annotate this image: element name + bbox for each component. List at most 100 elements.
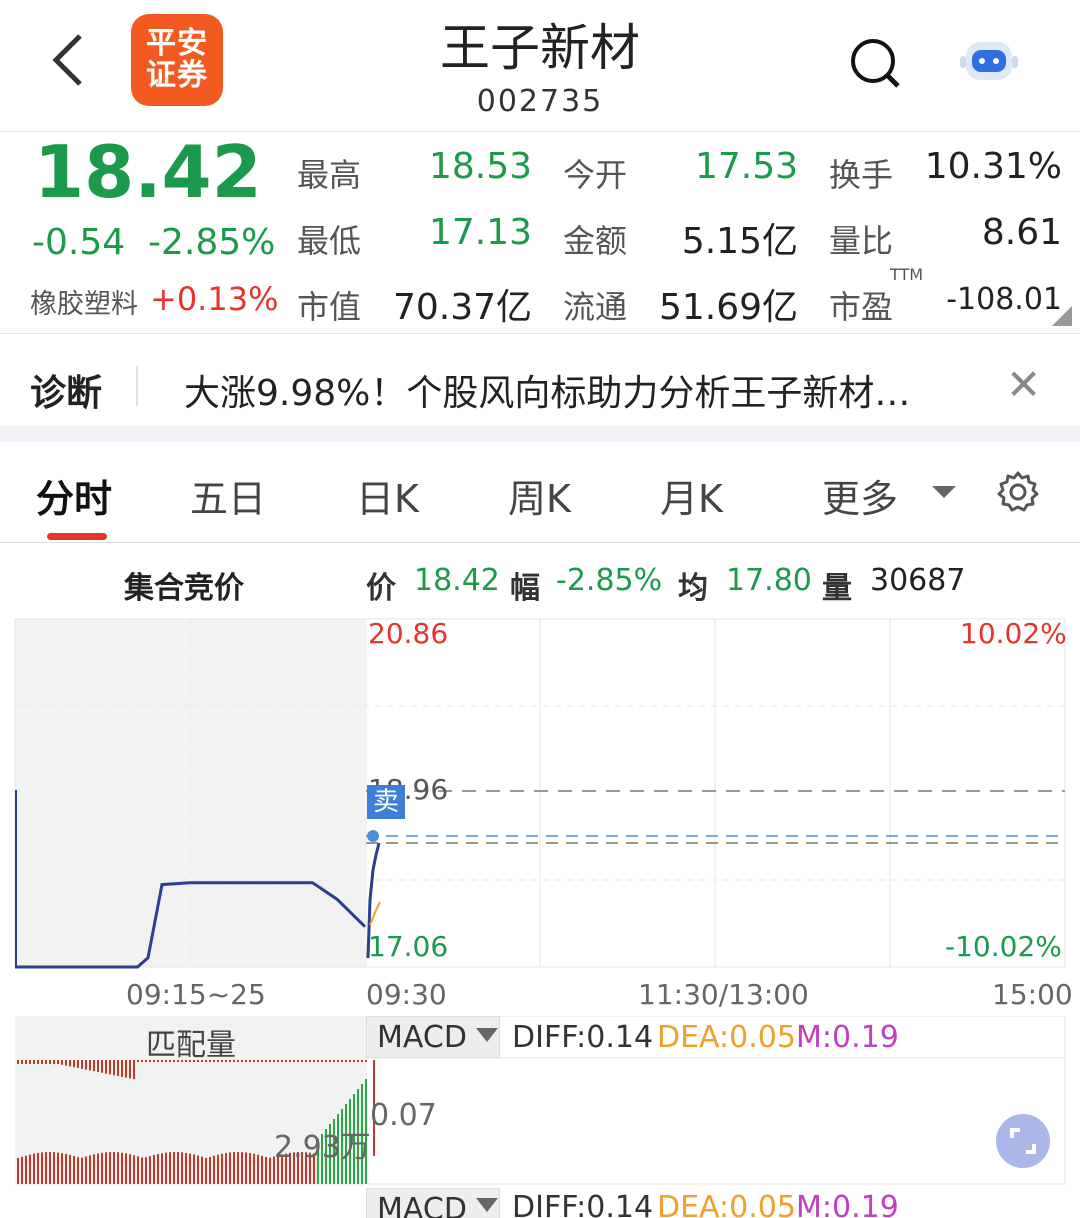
stock-name: 王子新材 [440,19,640,77]
pe-ttm-sup: TTM [890,265,924,284]
chevron-down-icon[interactable] [476,1028,498,1042]
back-button[interactable] [48,30,88,90]
x-label-auction: 09:15~25 [126,978,266,1011]
match-volume-bar [25,1155,27,1184]
match-volume-bar-top [81,1060,83,1069]
chevron-down-icon[interactable] [932,486,956,498]
macd-m-2: M:0.19 [796,1190,899,1218]
match-volume-bar-top [45,1060,47,1064]
match-volume-bar [133,1155,135,1184]
info-price-value: 18.42 [414,563,500,598]
match-volume-bar-top [325,1060,327,1062]
match-volume-bar-top [141,1060,143,1062]
match-volume-bar-top [265,1060,267,1062]
match-volume-bar [125,1153,127,1184]
tab-five-day[interactable]: 五日 [190,468,266,523]
match-volume-bar-top [317,1060,319,1062]
match-volume-bar-top [65,1060,67,1066]
match-volume-bar-top [69,1060,71,1067]
expand-corner-icon[interactable] [1052,306,1072,326]
search-icon [851,39,900,88]
chevron-left-icon [52,34,82,86]
tab-daily-k[interactable]: 日K [356,468,419,523]
robot-icon [960,42,1018,80]
search-button[interactable] [848,36,902,90]
match-volume-label: 匹配量 [146,1028,236,1063]
match-volume-bar [141,1157,143,1184]
match-volume-bar [205,1157,207,1184]
match-volume-bar-top [277,1060,279,1062]
x-label-open: 09:30 [366,978,447,1011]
match-volume-bar [137,1156,139,1184]
pe-value: -108.01 [946,282,1062,317]
match-volume-bar [233,1152,235,1184]
match-volume-bar-top [321,1060,323,1062]
match-volume-bar-top [237,1060,239,1062]
match-volume-bar [265,1157,267,1184]
match-volume-bar-top [309,1060,311,1062]
match-volume-bar-top [117,1060,119,1076]
mktcap-label: 市值 [297,288,362,326]
match-volume-bar [185,1152,187,1184]
match-volume-bar [245,1152,247,1184]
diagnosis-text[interactable]: 大涨9.98%！个股风向标助力分析王子新材… [184,364,910,416]
sector-name[interactable]: 橡胶塑料 [30,282,138,321]
match-volume-bar [49,1152,51,1184]
match-volume-bar [201,1156,203,1184]
match-volume-bar [121,1152,123,1184]
broker-logo-line2: 证券 [146,58,208,93]
macd-dea: DEA:0.05 [657,1020,796,1055]
match-volume-bar-top [125,1060,127,1078]
match-volume-bar-top [329,1060,331,1062]
match-volume-bar-top [349,1060,351,1062]
match-volume-bar-top [261,1060,263,1062]
tab-more[interactable]: 更多 [822,468,898,523]
match-volume-bar-top [281,1060,283,1062]
y-bottom-price: 17.06 [368,930,449,963]
match-volume-bar-top [85,1060,87,1070]
amount-label: 金额 [563,222,628,260]
sector-change: +0.13% [150,280,279,318]
tab-intraday[interactable]: 分时 [36,468,112,523]
close-icon[interactable]: ✕ [1006,360,1041,409]
tab-monthly-k[interactable]: 月K [660,468,723,523]
low-value: 17.13 [428,212,532,253]
match-volume-bar [21,1156,23,1184]
price-change-pct: -2.85% [148,222,276,263]
y-top-price: 20.86 [368,617,449,650]
match-volume-bar-top [293,1060,295,1062]
match-volume-bar [69,1154,71,1184]
session-avg-line [369,901,381,926]
amount-value: 5.15亿 [681,221,798,262]
match-volume-bar [109,1152,111,1184]
mktcap-value: 70.37亿 [392,287,532,328]
match-volume-bar-top [245,1060,247,1062]
assistant-button[interactable] [958,36,1020,84]
open-label: 今开 [563,156,628,194]
match-volume-bar [61,1153,63,1184]
match-volume-bar-top [269,1060,271,1062]
match-volume-bar [181,1152,183,1184]
match-volume-bar-top [257,1060,259,1062]
float-value: 51.69亿 [658,287,798,328]
match-volume-bar [257,1154,259,1184]
expand-button[interactable] [996,1114,1050,1168]
match-volume-bar-top [37,1060,39,1064]
open-value: 17.53 [694,146,798,187]
match-volume-bar-top [337,1060,339,1062]
tab-weekly-k[interactable]: 周K [508,468,571,523]
vol-ratio-label: 量比 [829,222,894,260]
stock-code: 002735 [476,84,604,119]
match-volume-bar-top [61,1060,63,1065]
chevron-down-icon[interactable] [476,1198,498,1212]
match-volume-bar [65,1153,67,1184]
sell-marker[interactable]: 卖 [367,785,405,819]
match-volume-bar [221,1153,223,1184]
match-volume-bar-top [313,1060,315,1062]
macd-axis-value: 0.07 [370,1098,437,1133]
settings-button[interactable] [996,470,1040,514]
match-volume-bar [81,1157,83,1184]
match-volume-bar [217,1154,219,1184]
active-tab-indicator [47,533,107,540]
match-volume-bar [37,1152,39,1184]
